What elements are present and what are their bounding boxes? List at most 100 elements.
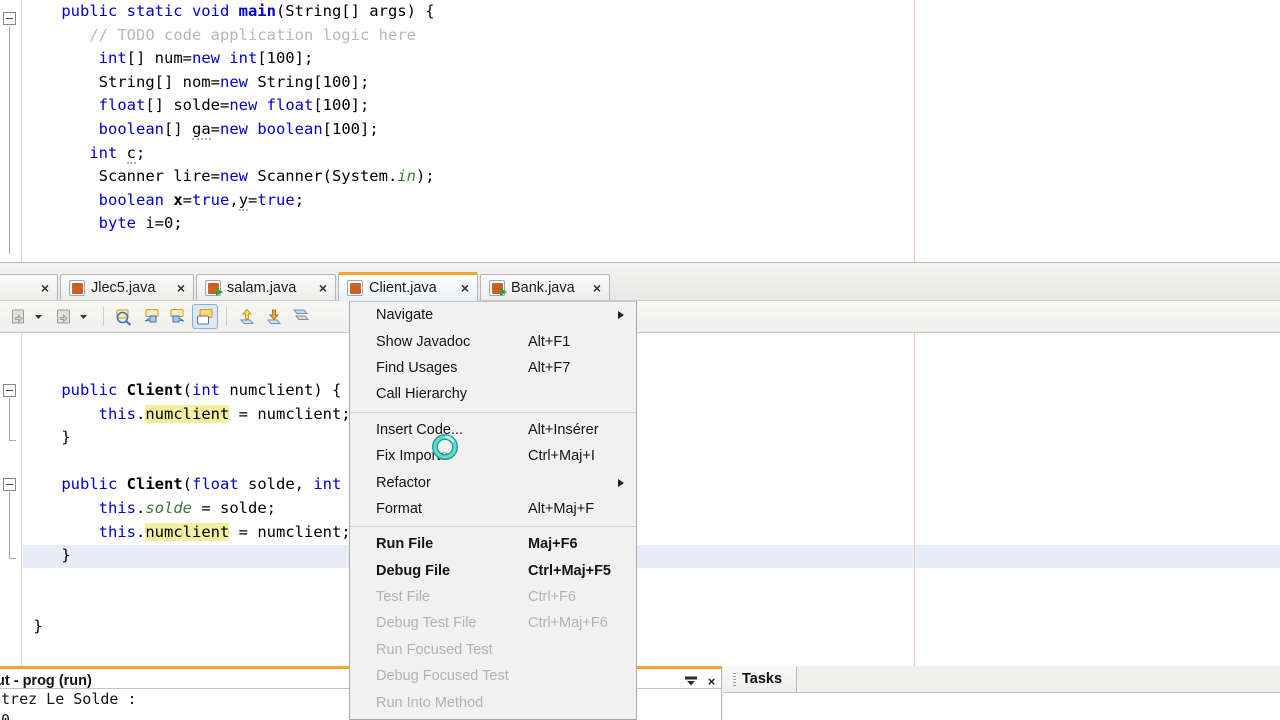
menu-item-shortcut: Ctrl+Maj+F5: [528, 562, 611, 579]
toolbar-separator-1: [103, 307, 104, 326]
new-file-button[interactable]: [6, 304, 32, 329]
menu-item-refactor[interactable]: Refactor: [350, 469, 636, 495]
editor-pane-top[interactable]: public static void main(String[] args) {…: [0, 0, 1280, 262]
menu-item-show-javadoc[interactable]: Show Javadoc Alt+F1: [350, 328, 636, 354]
editor-tab-label: salam.java: [227, 280, 297, 296]
editor-gutter-top[interactable]: [0, 0, 22, 262]
close-tab-icon[interactable]: ×: [461, 280, 469, 296]
code-text-top[interactable]: public static void main(String[] args) {…: [24, 0, 1280, 262]
toggle-bookmark-button[interactable]: [192, 304, 218, 329]
tasks-panel-body[interactable]: [723, 692, 1280, 720]
java-file-icon: [347, 280, 363, 296]
tasks-tab[interactable]: Tasks: [723, 666, 798, 692]
submenu-arrow-icon: [618, 311, 624, 320]
menu-item-debug-file[interactable]: Debug File Ctrl+Maj+F5: [350, 558, 636, 584]
editor-tab-jlec5-java[interactable]: Jlec5.java ×: [60, 274, 194, 301]
editor-toolbar[interactable]: [0, 300, 1280, 333]
tasks-tab-title: Tasks: [742, 671, 783, 687]
code-bottom-line: [24, 568, 1280, 592]
menu-item-shortcut: Alt+Insérer: [528, 421, 599, 438]
code-bottom-line: public Client(int numclient) {: [61, 381, 342, 399]
editor-context-menu[interactable]: Navigate Show Javadoc Alt+F1 Find Usages Alt…: [349, 301, 637, 720]
editor-tab-bank-java[interactable]: Bank.java ×: [480, 274, 610, 301]
fold-marker-collapse-1[interactable]: [3, 384, 16, 397]
fold-marker-collapse[interactable]: [3, 12, 16, 25]
java-file-icon: [69, 280, 85, 296]
new-file-dropdown-arrow[interactable]: [33, 304, 44, 329]
editor-tab-page[interactable]: Page ×: [0, 274, 58, 301]
new-project-button[interactable]: [51, 304, 77, 329]
editor-tab-label: Jlec5.java: [91, 280, 156, 296]
menu-item-test-file: Test File Ctrl+F6: [350, 584, 636, 610]
menu-item-call-hierarchy[interactable]: Call Hierarchy: [350, 381, 636, 407]
menu-item-label: Debug File: [376, 562, 451, 579]
editor-pane-bottom[interactable]: public Client(int numclient) { this.numc…: [0, 333, 1280, 666]
menu-item-shortcut: Ctrl+F6: [528, 589, 576, 606]
submenu-arrow-icon: [618, 478, 624, 487]
netbeans-ide-window: public static void main(String[] args) {…: [0, 0, 1280, 720]
menu-item-label: Show Javadoc: [376, 333, 471, 350]
menu-item-navigate[interactable]: Navigate: [350, 302, 636, 328]
previous-bookmark-button[interactable]: [138, 304, 164, 329]
menu-item-label: Run Into Method: [376, 694, 484, 711]
code-top-line: byte i=0;: [98, 214, 183, 233]
close-tab-icon[interactable]: ×: [593, 280, 601, 296]
comment-toggle-button[interactable]: [288, 304, 314, 329]
code-bottom-line: this.numclient = numclient;: [98, 522, 351, 541]
close-tab-icon[interactable]: ×: [319, 280, 327, 296]
code-bottom-line: }: [61, 428, 71, 447]
menu-item-shortcut: Alt+F1: [528, 333, 571, 350]
code-bottom-line: this.numclient = numclient;: [98, 404, 351, 423]
code-top-line: public static void main(String[] args) {: [61, 2, 435, 20]
editor-gutter-bottom[interactable]: [0, 333, 22, 666]
menu-item-find-usages[interactable]: Find Usages Alt+F7: [350, 355, 636, 381]
toolbar-separator-2: [226, 307, 227, 326]
code-bottom-line: this.solde = solde;: [98, 498, 276, 517]
code-bottom-line: }: [61, 546, 71, 565]
menu-item-run-focused-test: Run Focused Test: [350, 637, 636, 663]
menu-item-label: Test File: [376, 589, 430, 606]
code-top-line: boolean x=true,y=true;: [98, 190, 305, 211]
menu-item-label: Fix Imports: [376, 448, 448, 465]
code-top-line: Scanner lire=new Scanner(System.in);: [98, 167, 435, 186]
menu-item-shortcut: Ctrl+Maj+I: [528, 448, 595, 465]
find-selection-button[interactable]: [111, 304, 137, 329]
next-bookmark-button[interactable]: [165, 304, 191, 329]
code-top-line: // TODO code application logic here: [89, 25, 416, 44]
shift-line-right-button[interactable]: [261, 304, 287, 329]
menu-item-format[interactable]: Format Alt+Maj+F: [350, 496, 636, 522]
new-project-dropdown-arrow[interactable]: [78, 304, 89, 329]
menu-item-label: Debug Test File: [376, 615, 477, 632]
menu-item-debug-test-file: Debug Test File Ctrl+Maj+F6: [350, 610, 636, 636]
menu-item-run-into-method: Run Into Method: [350, 689, 636, 715]
menu-item-label: Call Hierarchy: [376, 386, 468, 403]
close-tab-icon[interactable]: ×: [177, 280, 185, 296]
fold-guide-line: [9, 26, 10, 254]
menu-item-label: Navigate: [376, 307, 434, 324]
code-bottom-line: [24, 450, 1280, 474]
code-bottom-line: public Client(float solde, int numclient…: [61, 475, 462, 494]
menu-item-insert-code[interactable]: Insert Code... Alt+Insérer: [350, 417, 636, 443]
menu-separator: [350, 526, 636, 528]
menu-item-label: Run Focused Test: [376, 641, 493, 658]
java-main-file-icon: [489, 280, 507, 296]
menu-item-shortcut: Alt+F7: [528, 359, 571, 376]
fold-marker-collapse-2[interactable]: [3, 478, 16, 491]
shift-line-left-button[interactable]: [234, 304, 260, 329]
editor-tab-label: Bank.java: [511, 280, 575, 296]
menu-item-run-file[interactable]: Run File Maj+F6: [350, 531, 636, 557]
editor-tab-client-java[interactable]: Client.java ×: [338, 272, 478, 301]
editor-tab-salam-java[interactable]: salam.java ×: [196, 274, 336, 301]
editor-tab-strip[interactable]: Page×Jlec5.java×salam.java×Client.java×B…: [0, 262, 1280, 301]
editor-tab-label: Client.java: [369, 280, 437, 296]
code-text-bottom[interactable]: public Client(int numclient) { this.numc…: [24, 379, 1280, 666]
menu-item-label: Debug Focused Test: [376, 668, 509, 685]
menu-separator: [350, 411, 636, 413]
menu-item-label: Run File: [376, 536, 434, 553]
close-tab-icon[interactable]: ×: [41, 280, 49, 296]
menu-item-label: Format: [376, 500, 422, 517]
menu-item-fix-imports[interactable]: Fix Imports Ctrl+Maj+I: [350, 443, 636, 469]
tasks-drag-grip[interactable]: [733, 672, 736, 686]
menu-item-shortcut: Maj+F6: [528, 536, 578, 553]
fold-guide-line-1: [9, 398, 10, 440]
